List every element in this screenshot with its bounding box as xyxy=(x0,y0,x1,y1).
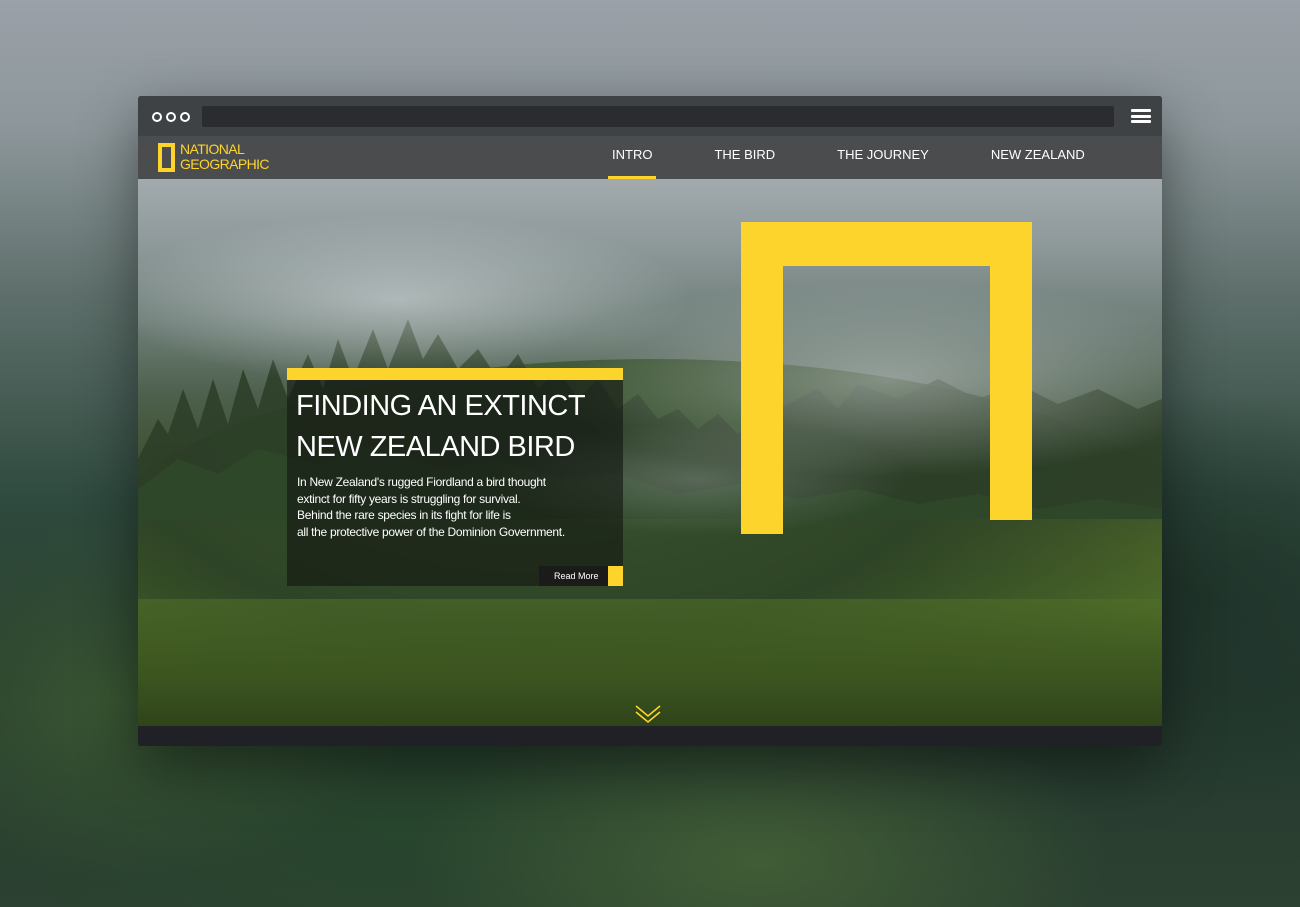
card-accent-bar xyxy=(287,368,623,380)
yellow-frame-icon xyxy=(158,142,175,172)
nav-item-new-zealand[interactable]: NEW ZEALAND xyxy=(987,136,1089,179)
national-geographic-frame-graphic xyxy=(741,222,1032,534)
browser-chrome xyxy=(138,96,1162,136)
hero-card: FINDING AN EXTINCT NEW ZEALAND BIRD In N… xyxy=(287,368,623,586)
logo-line-1: National xyxy=(180,141,245,157)
hero-description-line: In New Zealand's rugged Fiordland a bird… xyxy=(297,475,546,489)
national-geographic-logo[interactable]: National Geographic xyxy=(158,140,270,174)
main-nav: INTRO THE BIRD THE JOURNEY NEW ZEALAND xyxy=(608,136,1089,179)
hero-description-line: extinct for fifty years is struggling fo… xyxy=(297,491,521,506)
read-more-accent xyxy=(608,566,623,586)
browser-window: National Geographic INTRO THE BIRD THE J… xyxy=(138,96,1162,746)
logo-text: National Geographic xyxy=(180,141,270,172)
site-navbar: National Geographic INTRO THE BIRD THE J… xyxy=(138,136,1162,179)
window-dot-icon[interactable] xyxy=(152,112,162,122)
read-more-label: Read More xyxy=(554,571,599,581)
nav-item-the-journey[interactable]: THE JOURNEY xyxy=(833,136,933,179)
hero-title-line-2: NEW ZEALAND BIRD xyxy=(296,431,575,463)
nav-item-the-bird[interactable]: THE BIRD xyxy=(710,136,779,179)
window-dot-icon[interactable] xyxy=(180,112,190,122)
logo-line-2: Geographic xyxy=(180,156,270,172)
address-bar[interactable] xyxy=(202,106,1114,127)
hero-section: FINDING AN EXTINCT NEW ZEALAND BIRD In N… xyxy=(138,179,1162,726)
hero-description-line: Behind the rare species in its fight for… xyxy=(297,508,511,522)
hero-title: FINDING AN EXTINCT NEW ZEALAND BIRD xyxy=(296,386,616,468)
window-controls xyxy=(152,112,190,122)
nav-item-intro[interactable]: INTRO xyxy=(608,136,657,179)
hero-title-line-1: FINDING AN EXTINCT xyxy=(296,390,586,422)
double-chevron-down-icon[interactable] xyxy=(634,703,662,725)
read-more-button[interactable]: Read More xyxy=(539,566,623,586)
window-footer-bar xyxy=(138,726,1162,746)
hero-description: In New Zealand's rugged Fiordland a bird… xyxy=(297,474,597,540)
hero-description-line: all the protective power of the Dominion… xyxy=(297,524,565,539)
hamburger-icon[interactable] xyxy=(1131,109,1151,123)
window-dot-icon[interactable] xyxy=(166,112,176,122)
